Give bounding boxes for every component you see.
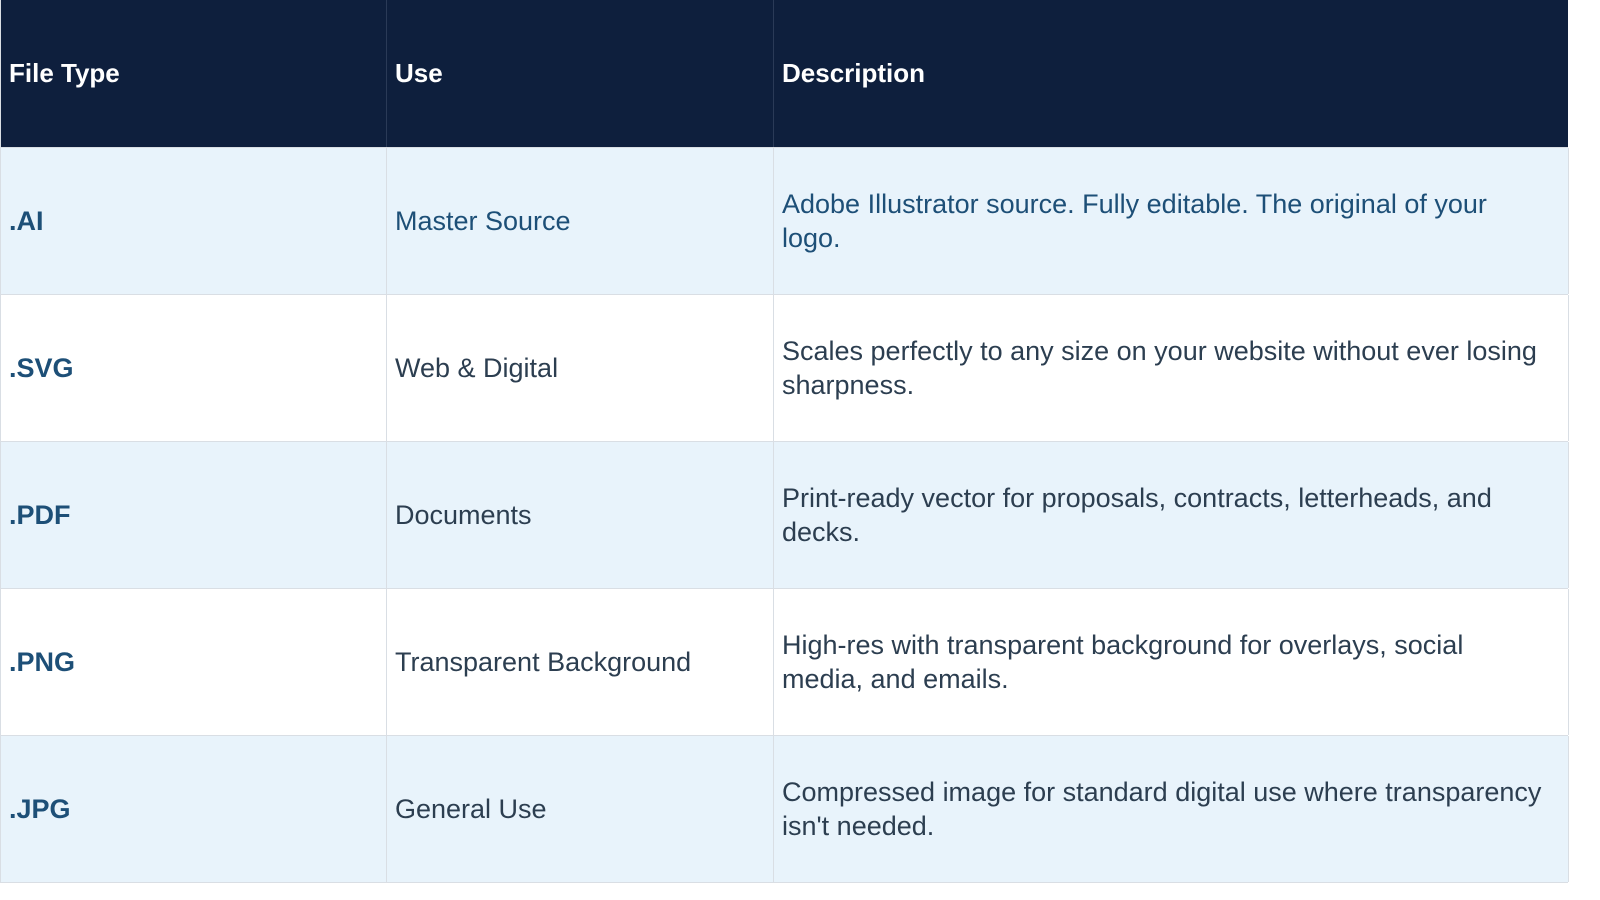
table-row: .JPG General Use Compressed image for st… (1, 735, 1569, 882)
cell-description: Print-ready vector for proposals, contra… (774, 442, 1569, 588)
file-types-table: File Type Use Description .AI Master Sou… (0, 0, 1569, 883)
header-file-type: File Type (1, 0, 387, 147)
cell-use: General Use (387, 736, 774, 882)
cell-description: Compressed image for standard digital us… (774, 736, 1569, 882)
cell-use: Transparent Background (387, 589, 774, 735)
table-row: .SVG Web & Digital Scales perfectly to a… (1, 294, 1569, 441)
header-use: Use (387, 0, 774, 147)
table-row: .PDF Documents Print-ready vector for pr… (1, 441, 1569, 588)
cell-use: Documents (387, 442, 774, 588)
cell-use: Master Source (387, 148, 774, 294)
header-description: Description (782, 58, 926, 88)
cell-description: High-res with transparent background for… (774, 589, 1569, 735)
cell-file-type: .PNG (1, 589, 387, 735)
table-header-row: File Type Use Description (1, 0, 1568, 147)
cell-use: Web & Digital (387, 295, 774, 441)
cell-file-type: .JPG (1, 736, 387, 882)
cell-description: Scales perfectly to any size on your web… (774, 295, 1569, 441)
cell-file-type: .SVG (1, 295, 387, 441)
table-row: .PNG Transparent Background High-res wit… (1, 588, 1569, 735)
cell-file-type: .AI (1, 148, 387, 294)
cell-file-type: .PDF (1, 442, 387, 588)
cell-description: Adobe Illustrator source. Fully editable… (774, 148, 1569, 294)
table-row: .AI Master Source Adobe Illustrator sour… (1, 147, 1569, 294)
